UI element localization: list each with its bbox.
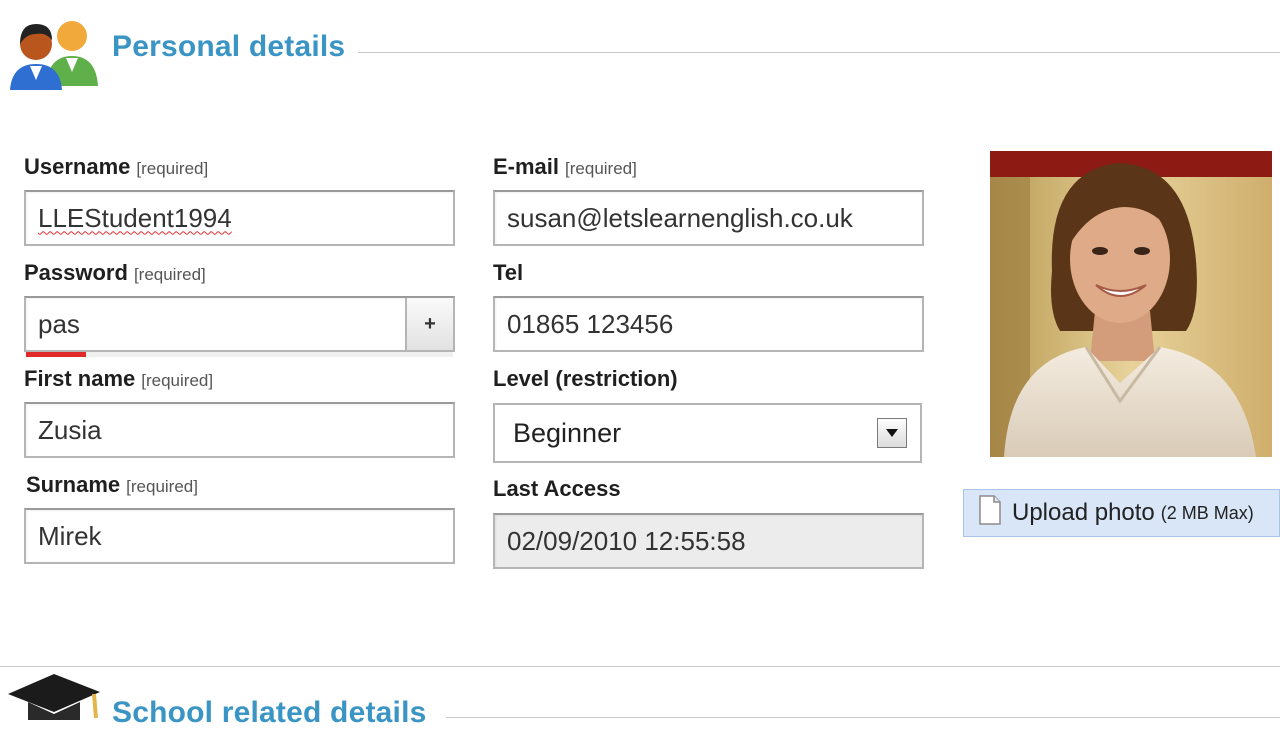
email-label: E-mail [required] xyxy=(493,154,637,180)
surname-label: Surname [required] xyxy=(26,472,198,498)
tel-input[interactable]: 01865 123456 xyxy=(493,296,924,352)
upload-photo-note: (2 MB Max) xyxy=(1160,502,1254,523)
last-access-value: 02/09/2010 12:55:58 xyxy=(507,525,746,556)
chevron-down-icon[interactable] xyxy=(877,418,907,448)
password-label-text: Password xyxy=(24,260,128,285)
password-label: Password [required] xyxy=(24,260,206,286)
section-title-personal: Personal details xyxy=(112,30,346,63)
required-tag: [required] xyxy=(133,265,206,284)
username-label-text: Username xyxy=(24,154,131,179)
section-divider xyxy=(0,666,1280,667)
level-selected-value: Beginner xyxy=(513,417,622,448)
document-icon xyxy=(978,494,1002,532)
tel-value: 01865 123456 xyxy=(507,308,674,339)
first-name-label: First name [required] xyxy=(24,366,213,392)
password-strength-track xyxy=(26,352,453,357)
username-input[interactable]: LLEStudent1994 xyxy=(24,190,455,246)
password-value: pas xyxy=(38,308,80,339)
required-tag: [required] xyxy=(565,159,637,178)
surname-value: Mirek xyxy=(38,520,102,551)
password-toggle-button[interactable]: + xyxy=(405,298,453,350)
section-divider xyxy=(358,52,1280,53)
profile-photo xyxy=(990,151,1272,457)
password-strength-bar xyxy=(26,352,86,357)
password-input[interactable]: pas xyxy=(24,296,455,352)
section-divider xyxy=(446,717,1280,718)
required-tag: [required] xyxy=(126,477,198,496)
required-tag: [required] xyxy=(136,159,209,178)
upload-photo-button[interactable]: Upload photo (2 MB Max) xyxy=(963,489,1280,537)
section-title-school: School related details xyxy=(112,696,427,729)
surname-label-text: Surname xyxy=(26,472,121,497)
tel-label: Tel xyxy=(493,260,524,285)
first-name-label-text: First name xyxy=(24,366,136,391)
level-label: Level (restriction) xyxy=(493,366,678,391)
username-value: LLEStudent1994 xyxy=(38,202,232,233)
users-icon xyxy=(6,10,102,90)
first-name-value: Zusia xyxy=(38,414,102,445)
email-input[interactable]: susan@letslearnenglish.co.uk xyxy=(493,190,924,246)
last-access-field: 02/09/2010 12:55:58 xyxy=(493,513,924,569)
email-label-text: E-mail xyxy=(493,154,560,179)
username-label: Username [required] xyxy=(24,154,208,180)
surname-input[interactable]: Mirek xyxy=(24,508,455,564)
upload-photo-label: Upload photo xyxy=(1012,499,1155,526)
graduation-cap-icon xyxy=(4,672,104,720)
last-access-label: Last Access xyxy=(493,476,621,501)
level-select[interactable]: Beginner xyxy=(493,403,922,463)
email-value: susan@letslearnenglish.co.uk xyxy=(507,202,853,233)
required-tag: [required] xyxy=(141,371,214,390)
first-name-input[interactable]: Zusia xyxy=(24,402,455,458)
